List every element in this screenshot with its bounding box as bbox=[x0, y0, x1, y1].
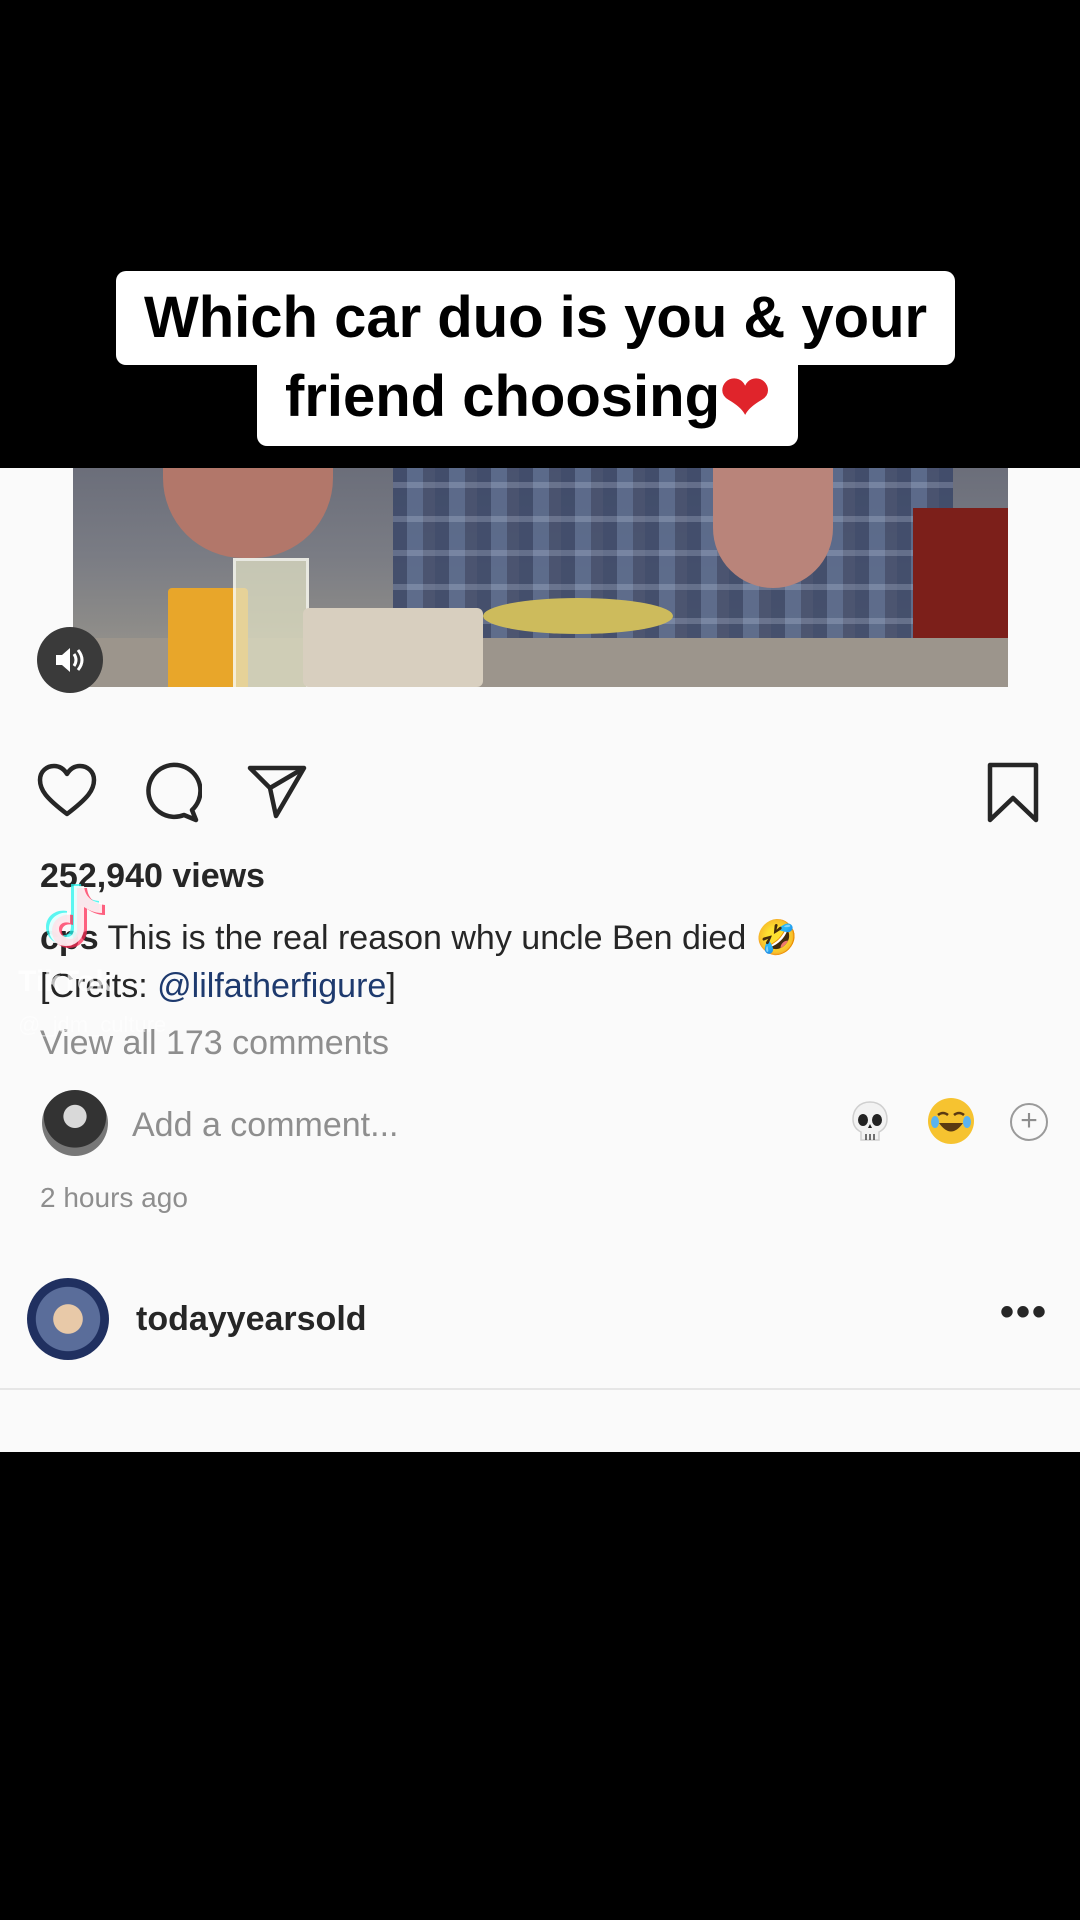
tiktok-watermark-handle: @_jdm_culture bbox=[18, 1012, 167, 1037]
more-options-button[interactable]: ••• bbox=[1000, 1290, 1048, 1335]
post-video[interactable] bbox=[73, 468, 1008, 687]
next-post-avatar[interactable] bbox=[27, 1278, 109, 1360]
post-caption: cps This is the real reason why uncle Be… bbox=[40, 914, 798, 1010]
video-scene-hand bbox=[163, 468, 333, 558]
sound-toggle-button[interactable] bbox=[37, 627, 103, 693]
tiktok-watermark-brand: TikTok bbox=[18, 965, 112, 998]
caption-text: This is the real reason why uncle Ben di… bbox=[98, 919, 799, 957]
next-post-username[interactable]: todayyearsold bbox=[136, 1300, 367, 1339]
tiktok-screen: Which car duo is you & your friend choos… bbox=[0, 0, 1080, 1920]
post-actions bbox=[0, 762, 1080, 824]
post-timestamp: 2 hours ago bbox=[40, 1182, 188, 1213]
video-scene-jar bbox=[233, 558, 309, 687]
credits-suffix: ] bbox=[386, 967, 396, 1005]
next-post-header: todayyearsold ••• bbox=[0, 1260, 1080, 1390]
video-scene-hand-right bbox=[713, 468, 833, 588]
add-comment-row: Add a comment... + bbox=[0, 1090, 1080, 1160]
panel-bottom-strip bbox=[0, 1390, 1080, 1452]
share-icon[interactable] bbox=[246, 762, 308, 820]
skull-emoji[interactable] bbox=[850, 1100, 890, 1144]
credits-mention-link[interactable]: @lilfatherfigure bbox=[157, 967, 386, 1005]
credits-mid: its: bbox=[104, 967, 158, 1005]
video-caption-line-2: friend choosing❤ bbox=[257, 350, 799, 446]
tiktok-logo bbox=[46, 884, 105, 948]
plus-circle-icon[interactable]: + bbox=[1010, 1103, 1048, 1141]
comment-icon[interactable] bbox=[140, 762, 202, 824]
video-scene-mug bbox=[303, 608, 483, 687]
heart-icon[interactable] bbox=[36, 762, 98, 820]
red-heart-emoji: ❤ bbox=[720, 364, 771, 431]
current-user-avatar bbox=[42, 1090, 108, 1156]
caption-line-1-text: Which car duo is you & your bbox=[144, 285, 928, 350]
bookmark-icon[interactable] bbox=[986, 762, 1040, 824]
video-scene-plate bbox=[483, 598, 673, 634]
laugh-emoji[interactable] bbox=[928, 1098, 974, 1144]
sound-icon bbox=[56, 648, 84, 672]
caption-line-2-text: friend choosing bbox=[285, 364, 720, 429]
add-comment-input[interactable]: Add a comment... bbox=[132, 1106, 398, 1145]
